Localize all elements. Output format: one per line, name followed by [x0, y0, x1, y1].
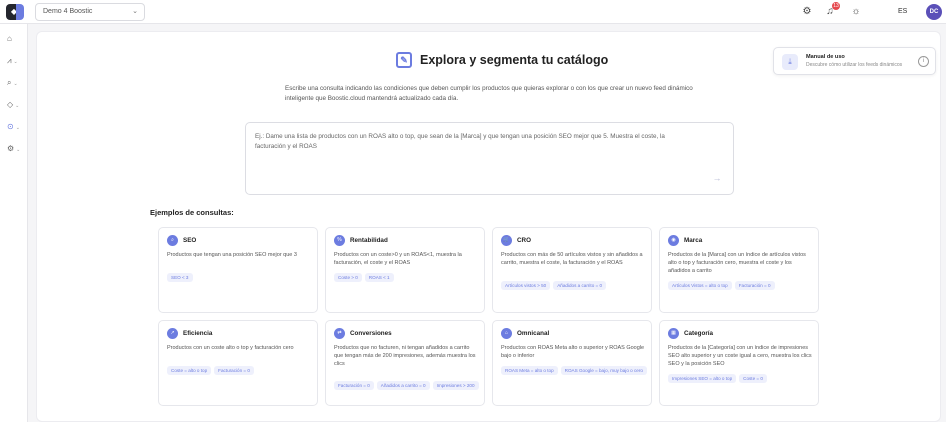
- card-title: Eficiencia: [183, 330, 213, 337]
- category-icon: ▦: [668, 328, 679, 339]
- edit-icon: ✎: [396, 52, 412, 68]
- lightbulb-icon[interactable]: ☼: [848, 4, 864, 20]
- query-input[interactable]: Ej.: Dame una lista de productos con un …: [245, 122, 734, 195]
- settings-icon[interactable]: ⚙: [799, 4, 815, 20]
- brand-icon: ◉: [668, 235, 679, 246]
- manual-title: Manual de uso: [806, 54, 845, 60]
- search-icon: ⌕: [167, 235, 178, 246]
- page-description: Escribe una consulta indicando las condi…: [285, 85, 693, 102]
- condition-tag: Coste = alto o top: [167, 366, 212, 375]
- conversions-icon: ⇄: [334, 328, 345, 339]
- sidebar-item-search[interactable]: ⌕ ⌄: [4, 76, 24, 90]
- sidebar-item-settings[interactable]: ⚙ ⌄: [4, 142, 24, 156]
- card-description: Productos con un coste>0 y un ROAS<1, mu…: [334, 252, 462, 266]
- example-card-cro[interactable]: 🛒 CRO Productos con más de 50 artículos vi…: [492, 227, 652, 313]
- page-header: ✎ Explora y segmenta tu catálogo: [396, 52, 696, 70]
- sidebar-item-tags[interactable]: ◇ ⌄: [4, 98, 24, 112]
- sidebar: ⌂ ⩘ ⌄ ⌕ ⌄ ◇ ⌄ ⊙ ⌄ ⚙ ⌄: [0, 24, 28, 422]
- condition-tag: Coste = 0: [739, 374, 767, 383]
- example-card-rentabilidad[interactable]: % Rentabilidad Productos con un coste>0 y …: [325, 227, 485, 313]
- card-title: CRO: [517, 237, 531, 244]
- query-placeholder: Ej.: Dame una lista de productos con un …: [255, 133, 665, 150]
- example-card-omnicanal[interactable]: ⌂ Omnicanal Productos con ROAS Meta alto o…: [492, 320, 652, 406]
- avatar[interactable]: DC: [926, 4, 942, 20]
- info-icon[interactable]: i: [918, 56, 929, 67]
- card-title: Omnicanal: [517, 330, 550, 337]
- condition-tag: Facturación = 0: [334, 381, 374, 390]
- search-icon: ⌕: [7, 78, 12, 87]
- condition-tag: Coste > 0: [334, 273, 362, 282]
- page-title: Explora y segmenta tu catálogo: [420, 53, 609, 67]
- card-title: Conversiones: [350, 330, 392, 337]
- chevron-down-icon: ⌄: [16, 147, 21, 153]
- chevron-down-icon: ⌄: [15, 103, 20, 109]
- percent-icon: %: [334, 235, 345, 246]
- card-tags: Artículos vistos > 50 Añadidos a carrito …: [501, 281, 649, 290]
- manual-subtitle: Descubre cómo utilizar los feeds dinámic…: [806, 62, 903, 68]
- card-tags: Facturación = 0 Añadidos a carrito = 0 Imp…: [334, 381, 482, 390]
- card-tags: Coste > 0 ROAS < 1: [334, 273, 482, 282]
- condition-tag: SEO < 3: [167, 273, 193, 282]
- condition-tag: Artículos vistos > 50: [501, 281, 551, 290]
- card-description: Productos que tengan una posición SEO me…: [167, 252, 297, 258]
- chevron-down-icon: ⌄: [15, 125, 20, 131]
- condition-tag: Añadidos a carrito = 0: [376, 381, 430, 390]
- condition-tag: ROAS Google = bajo, muy bajo o cero: [560, 366, 647, 375]
- workspace-select-value: Demo 4 Boostic: [43, 8, 93, 15]
- condition-tag: Añadidos a carrito = 0: [553, 281, 607, 290]
- card-tags: SEO < 3: [167, 273, 315, 282]
- dynamic-feed-icon: ⊙: [7, 122, 14, 131]
- card-title: Categoría: [684, 330, 714, 337]
- example-card-conversiones[interactable]: ⇄ Conversiones Productos que no facturen, …: [325, 320, 485, 406]
- notification-badge: 13: [832, 2, 840, 10]
- card-description: Productos de la [Categoría] con un índic…: [668, 345, 812, 367]
- condition-tag: Artículos Vistos = alto o top: [668, 281, 732, 290]
- chevron-down-icon: ⌄: [13, 59, 18, 65]
- condition-tag: Facturación = 0: [734, 281, 775, 290]
- cart-icon: 🛒: [501, 235, 512, 246]
- chevron-down-icon: ⌄: [132, 8, 138, 15]
- omnichannel-icon: ⌂: [501, 328, 512, 339]
- sidebar-item-analytics[interactable]: ⩘ ⌄: [4, 54, 24, 68]
- example-card-categoría[interactable]: ▦ Categoría Productos de la [Categoría] co…: [659, 320, 819, 406]
- top-bar: ◆ Demo 4 Boostic ⌄ ⚙ ♫ 13 ☼ ES DC: [0, 0, 946, 24]
- workspace-select[interactable]: Demo 4 Boostic ⌄: [35, 3, 145, 21]
- settings-icon: ⚙: [7, 144, 15, 153]
- manual-card[interactable]: ⤓ Manual de uso Descubre cómo utilizar l…: [773, 47, 936, 75]
- condition-tag: ROAS Meta = alto o top: [501, 366, 558, 375]
- sidebar-item-dynamic-feeds[interactable]: ⊙ ⌄: [4, 120, 24, 134]
- condition-tag: Facturación = 0: [214, 366, 254, 375]
- example-card-marca[interactable]: ◉ Marca Productos de la [Marca] con un índ…: [659, 227, 819, 313]
- tag-icon: ◇: [7, 100, 14, 109]
- card-tags: Impresiones SEO = alto o top Coste = 0: [668, 374, 816, 383]
- card-description: Productos con un coste alto o top y fact…: [167, 345, 294, 351]
- condition-tag: Impresiones SEO = alto o top: [668, 374, 737, 383]
- condition-tag: ROAS < 1: [364, 273, 394, 282]
- card-tags: ROAS Meta = alto o top ROAS Google = bajo…: [501, 366, 649, 375]
- language-selector[interactable]: ES: [898, 4, 907, 20]
- logo-accent: [16, 4, 24, 20]
- card-title: SEO: [183, 237, 197, 244]
- card-description: Productos que no facturen, ni tengan aña…: [334, 345, 476, 367]
- card-tags: Coste = alto o top Facturación = 0: [167, 366, 315, 375]
- card-title: Rentabilidad: [350, 237, 388, 244]
- analytics-icon: ⩘: [7, 56, 12, 65]
- card-description: Productos con ROAS Meta alto o superior …: [501, 345, 645, 359]
- send-arrow-icon[interactable]: →: [709, 170, 725, 186]
- card-title: Marca: [684, 237, 703, 244]
- home-icon: ⌂: [7, 34, 12, 43]
- example-card-seo[interactable]: ⌕ SEO Productos que tengan una posición SE…: [158, 227, 318, 313]
- example-card-eficiencia[interactable]: ↗ Eficiencia Productos con un coste alto o…: [158, 320, 318, 406]
- card-description: Productos con más de 50 artículos vistos…: [501, 252, 643, 266]
- download-icon: ⤓: [782, 54, 798, 70]
- efficiency-icon: ↗: [167, 328, 178, 339]
- examples-heading: Ejemplos de consultas:: [150, 208, 234, 217]
- sidebar-item-home[interactable]: ⌂: [4, 32, 24, 46]
- chevron-down-icon: ⌄: [13, 81, 18, 87]
- card-description: Productos de la [Marca] con un índice de…: [668, 252, 806, 274]
- condition-tag: Impresiones > 200: [432, 381, 479, 390]
- card-tags: Artículos Vistos = alto o top Facturación…: [668, 281, 816, 290]
